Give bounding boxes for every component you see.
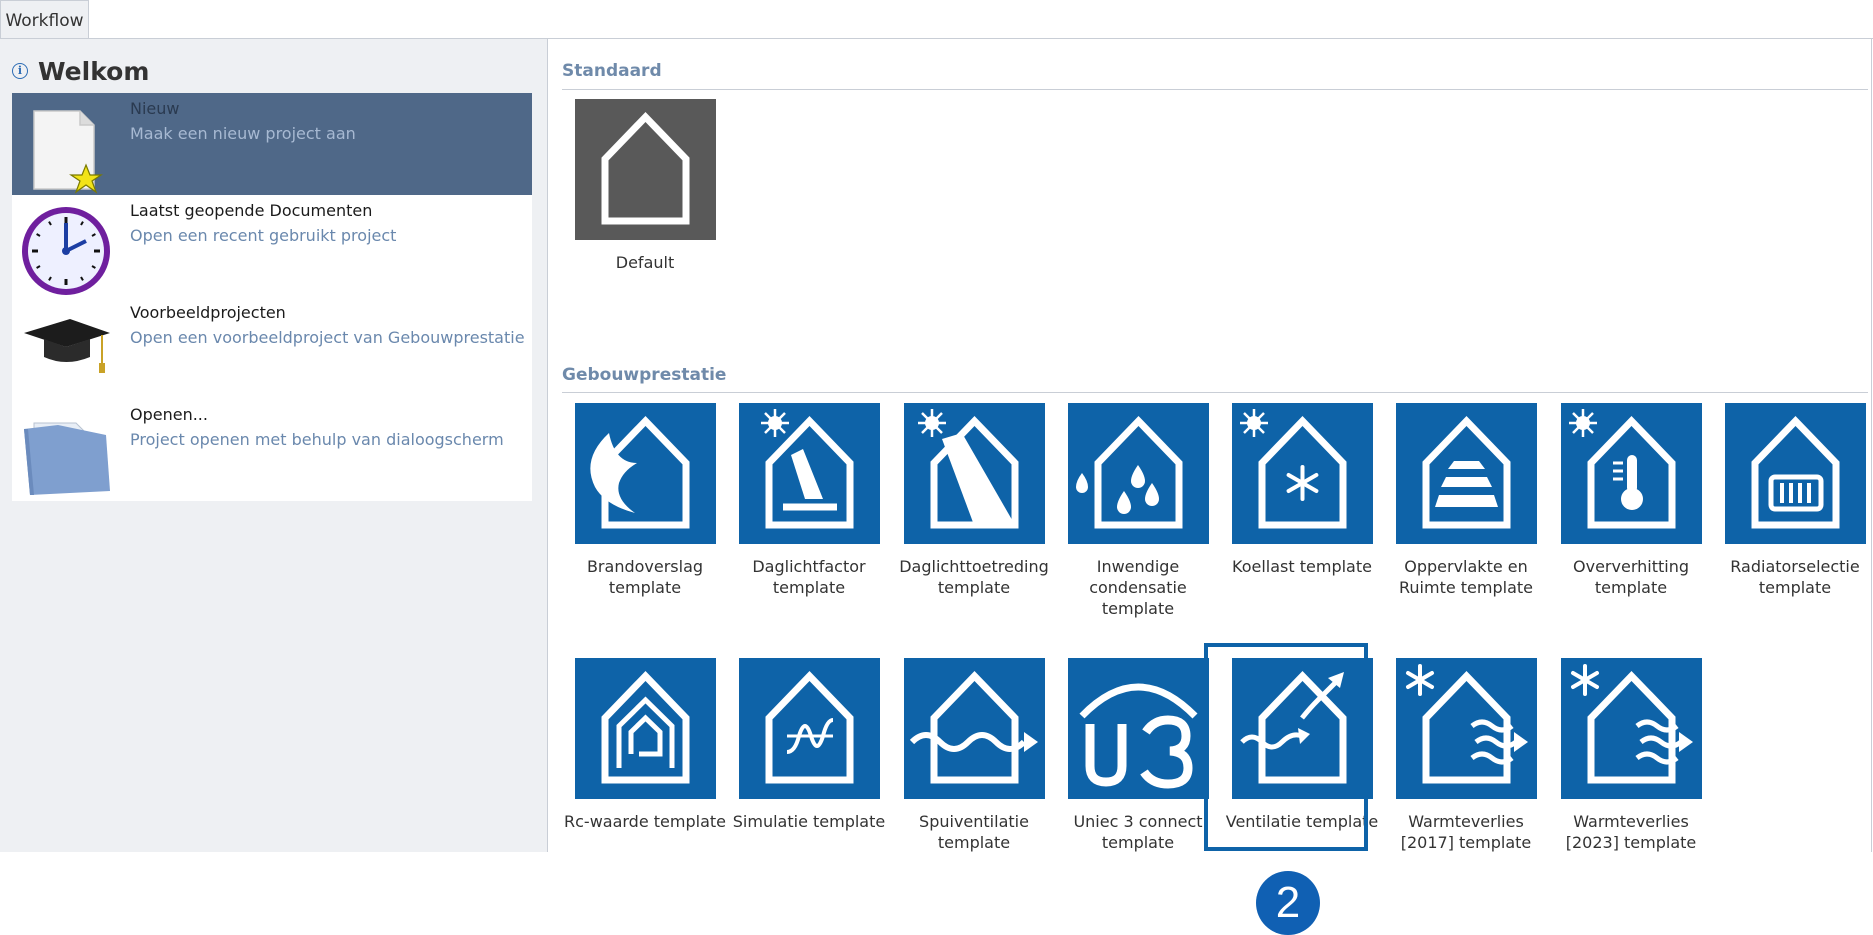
template-label: Oververhitting template — [1573, 557, 1689, 597]
area-room-icon — [1395, 403, 1537, 544]
workflow-item-title: Voorbeeldprojecten — [130, 303, 286, 322]
template-label: Brandoverslag template — [586, 557, 704, 597]
welcome-title: Welkom — [38, 56, 150, 86]
template-label: Warmteverlies [2017] template — [1400, 812, 1532, 852]
simulation-icon — [738, 658, 880, 799]
template-oververhitting[interactable]: Oververhitting template — [1549, 403, 1713, 598]
folder-icon — [18, 407, 114, 501]
workflow-item-new[interactable]: Nieuw Maak een nieuw project aan — [12, 93, 532, 195]
workflow-item-subtitle: Open een recent gebruikt project — [130, 226, 397, 245]
template-spuiventilatie[interactable]: Spuiventilatie template — [892, 658, 1056, 853]
rc-value-icon — [574, 658, 716, 799]
condensation-icon — [1067, 403, 1209, 544]
workflow-item-examples[interactable]: Voorbeeldprojecten Open een voorbeeldpro… — [12, 297, 532, 399]
template-warmteverlies-2017[interactable]: Warmteverlies [2017] template — [1384, 658, 1548, 853]
daylight-factor-icon — [738, 403, 880, 544]
workflow-list: Nieuw Maak een nieuw project aan Laatst … — [12, 93, 532, 501]
template-label: Simulatie template — [732, 812, 886, 831]
template-brandoverslag[interactable]: Brandoverslag template — [563, 403, 727, 598]
template-label: Warmteverlies [2023] template — [1565, 812, 1697, 852]
workflow-item-title: Laatst geopende Documenten — [130, 201, 373, 220]
template-oppervlakte-ruimte[interactable]: Oppervlakte en Ruimte template — [1384, 403, 1548, 598]
step-callout-badge: 2 — [1256, 871, 1320, 935]
template-label: Radiatorselectie template — [1730, 557, 1860, 597]
tab-bar: Workflow — [0, 0, 1873, 39]
selected-template-highlight — [1204, 643, 1368, 851]
heat-loss-2017-icon — [1395, 658, 1537, 799]
template-simulatie[interactable]: Simulatie template — [727, 658, 891, 832]
template-uniec3[interactable]: Uniec 3 connect template — [1056, 658, 1220, 853]
radiator-icon — [1724, 403, 1866, 544]
template-label: Uniec 3 connect template — [1073, 812, 1203, 852]
template-daglichtfactor[interactable]: Daglichtfactor template — [727, 403, 891, 598]
template-rc-waarde[interactable]: Rc-waarde template — [563, 658, 727, 832]
workflow-panel: i Welkom Nieuw Maak een nieuw project aa… — [0, 38, 1873, 852]
fire-house-icon — [574, 403, 716, 544]
uniec3-icon — [1067, 658, 1209, 799]
workflow-item-open[interactable]: Openen... Project openen met behulp van … — [12, 399, 532, 501]
template-daglichttoetreding[interactable]: Daglichttoetreding template — [892, 403, 1056, 598]
template-label: Rc-waarde template — [564, 812, 726, 831]
clock-icon — [18, 203, 114, 297]
new-document-icon — [18, 101, 114, 195]
template-label: Koellast template — [1232, 557, 1372, 576]
cooling-load-icon — [1231, 403, 1373, 544]
template-label: Spuiventilatie template — [919, 812, 1029, 852]
purge-ventilation-icon — [903, 658, 1045, 799]
template-label: Inwendige condensatie template — [1089, 557, 1187, 618]
workflow-item-recent[interactable]: Laatst geopende Documenten Open een rece… — [12, 195, 532, 297]
section-title-gebouwprestatie: Gebouwprestatie — [562, 365, 727, 385]
template-default[interactable]: Default — [563, 99, 727, 273]
template-radiatorselectie[interactable]: Radiatorselectie template — [1713, 403, 1873, 598]
workflow-item-subtitle: Open een voorbeeldproject van Gebouwpres… — [130, 328, 525, 347]
section-title-standaard: Standaard — [562, 61, 662, 81]
info-icon: i — [12, 63, 28, 79]
template-koellast[interactable]: Koellast template — [1220, 403, 1384, 577]
welcome-header: i Welkom — [12, 53, 149, 89]
template-label: Oppervlakte en Ruimte template — [1399, 557, 1533, 597]
section-divider — [562, 392, 1868, 393]
workflow-item-subtitle: Maak een nieuw project aan — [130, 124, 356, 143]
tab-workflow[interactable]: Workflow — [0, 0, 89, 38]
template-label: Daglichtfactor template — [752, 557, 866, 597]
section-divider — [562, 89, 1868, 90]
heat-loss-2023-icon — [1560, 658, 1702, 799]
template-label: Default — [615, 253, 675, 272]
graduation-cap-icon — [18, 305, 114, 399]
template-warmteverlies-2023[interactable]: Warmteverlies [2023] template — [1549, 658, 1713, 853]
overheating-icon — [1560, 403, 1702, 544]
house-icon — [574, 99, 716, 240]
template-inwendige-condensatie[interactable]: Inwendige condensatie template — [1056, 403, 1220, 619]
workflow-item-title: Nieuw — [130, 99, 180, 118]
workflow-item-subtitle: Project openen met behulp van dialoogsch… — [130, 430, 504, 449]
daylight-entry-icon — [903, 403, 1045, 544]
left-pane: i Welkom Nieuw Maak een nieuw project aa… — [0, 39, 548, 852]
workflow-item-title: Openen... — [130, 405, 208, 424]
template-label: Daglichttoetreding template — [899, 557, 1049, 597]
